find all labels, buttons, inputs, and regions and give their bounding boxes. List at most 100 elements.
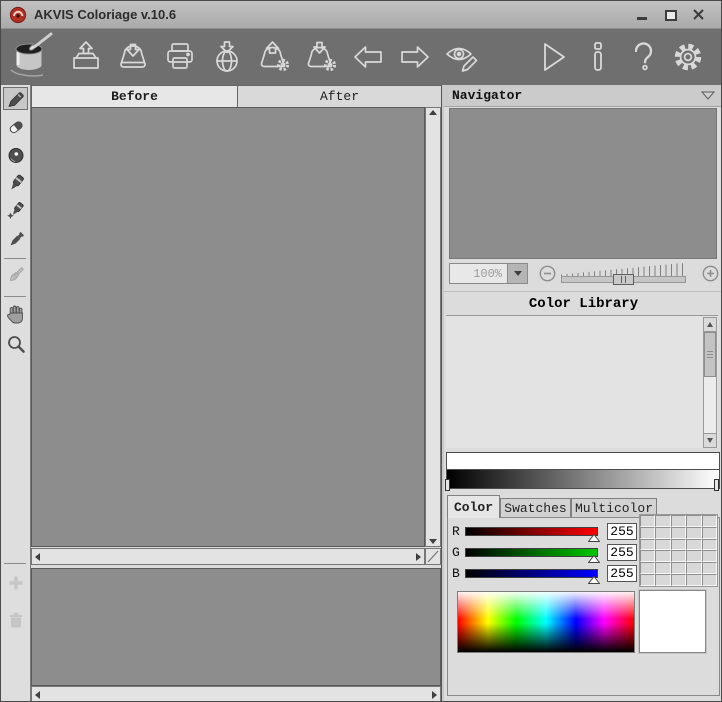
swatch-cell[interactable]: [640, 550, 655, 562]
help-button[interactable]: [624, 34, 662, 80]
brightness-gradient-strip[interactable]: [446, 470, 720, 489]
swatch-cell[interactable]: [686, 515, 701, 527]
swatch-cell[interactable]: [640, 574, 655, 586]
swatch-cell[interactable]: [655, 550, 670, 562]
color-library-list[interactable]: [446, 315, 718, 448]
zoom-out-button[interactable]: [539, 265, 556, 282]
swatch-cell[interactable]: [640, 539, 655, 551]
toolbar-right-group: [534, 34, 721, 80]
open-button[interactable]: [67, 34, 105, 80]
blue-slider[interactable]: [465, 569, 598, 578]
library-scrollbar[interactable]: [703, 317, 717, 448]
tab-before[interactable]: Before: [31, 86, 238, 107]
tool-hand[interactable]: [3, 302, 28, 326]
swatch-cell[interactable]: [671, 527, 686, 539]
swatch-cell[interactable]: [702, 574, 717, 586]
print-button[interactable]: [161, 34, 199, 80]
navigator-preview[interactable]: [449, 108, 717, 259]
swatch-cell[interactable]: [702, 539, 717, 551]
green-value-field[interactable]: 255: [607, 544, 637, 561]
secondary-horizontal-scrollbar[interactable]: [31, 686, 441, 702]
swatch-cell[interactable]: [655, 562, 670, 574]
scroll-right-icon[interactable]: [416, 553, 421, 561]
tool-keep-color-pencil[interactable]: [3, 143, 28, 167]
library-scroll-down-button[interactable]: [704, 433, 716, 447]
swatch-cell[interactable]: [655, 515, 670, 527]
secondary-canvas[interactable]: [31, 568, 441, 686]
swatch-cell[interactable]: [671, 539, 686, 551]
zoom-dropdown-button[interactable]: [508, 264, 527, 283]
swatch-cell[interactable]: [686, 539, 701, 551]
swatch-cell[interactable]: [655, 574, 670, 586]
tool-eraser[interactable]: [3, 115, 28, 139]
navigator-collapse-button[interactable]: [701, 91, 715, 100]
swatch-cell[interactable]: [686, 574, 701, 586]
tool-recolor-tube[interactable]: [3, 171, 28, 195]
run-button[interactable]: [534, 34, 572, 80]
info-button[interactable]: [579, 34, 617, 80]
swatch-cell[interactable]: [686, 527, 701, 539]
green-slider[interactable]: [465, 548, 598, 557]
slider-handle-icon[interactable]: [588, 576, 600, 584]
swatch-cell[interactable]: [702, 550, 717, 562]
close-button[interactable]: [692, 8, 705, 21]
tab-swatches[interactable]: Swatches: [500, 498, 571, 518]
gradient-handle-left[interactable]: [445, 479, 450, 491]
swatch-cell[interactable]: [686, 550, 701, 562]
publish-web-button[interactable]: [208, 34, 246, 80]
scroll-up-icon[interactable]: [429, 110, 437, 115]
zoom-slider-handle[interactable]: [613, 274, 634, 285]
library-scrollbar-thumb[interactable]: [704, 332, 716, 377]
gradient-handle-right[interactable]: [714, 479, 719, 491]
color-spectrum-picker[interactable]: [457, 591, 635, 653]
library-scroll-up-button[interactable]: [704, 318, 716, 332]
swatch-cell[interactable]: [702, 527, 717, 539]
image-canvas[interactable]: [31, 107, 425, 547]
tool-eyedropper[interactable]: [3, 228, 28, 252]
recent-colors-grid[interactable]: [639, 514, 718, 587]
blue-value-field[interactable]: 255: [607, 565, 637, 582]
swatch-cell[interactable]: [640, 515, 655, 527]
redo-button[interactable]: [396, 34, 434, 80]
swatch-cell[interactable]: [655, 539, 670, 551]
red-slider[interactable]: [465, 527, 598, 536]
swatch-cell[interactable]: [686, 562, 701, 574]
minimize-button[interactable]: [636, 8, 649, 21]
scroll-right-icon[interactable]: [432, 691, 437, 699]
maximize-button[interactable]: [664, 8, 677, 21]
zoom-in-button[interactable]: [702, 265, 719, 282]
scroll-left-icon[interactable]: [35, 553, 40, 561]
swatch-cell[interactable]: [671, 562, 686, 574]
swatch-cell[interactable]: [655, 527, 670, 539]
swatch-cell[interactable]: [671, 515, 686, 527]
swatch-cell[interactable]: [702, 562, 717, 574]
hand-icon: [6, 304, 26, 324]
load-strokes-button[interactable]: [255, 34, 293, 80]
canvas-vertical-scrollbar[interactable]: [425, 107, 441, 547]
swatch-cell[interactable]: [671, 550, 686, 562]
slider-handle-icon[interactable]: [588, 555, 600, 563]
tab-after[interactable]: After: [238, 86, 441, 107]
tool-magic-tube[interactable]: [3, 199, 28, 223]
red-value-field[interactable]: 255: [607, 523, 637, 540]
swatch-cell[interactable]: [640, 562, 655, 574]
zoom-value-field[interactable]: 100%: [450, 264, 508, 283]
undo-button[interactable]: [349, 34, 387, 80]
scroll-down-icon[interactable]: [429, 539, 437, 544]
swatch-cell[interactable]: [640, 527, 655, 539]
scroll-left-icon[interactable]: [35, 691, 40, 699]
swatch-cell[interactable]: [671, 574, 686, 586]
slider-handle-icon[interactable]: [588, 534, 600, 542]
tab-color[interactable]: Color: [447, 495, 500, 518]
save-strokes-button[interactable]: [302, 34, 340, 80]
tool-zoom[interactable]: [3, 332, 28, 356]
zoom-slider[interactable]: [561, 263, 686, 285]
swatch-cell[interactable]: [702, 515, 717, 527]
preferences-button[interactable]: [669, 34, 707, 80]
app-window: AKVIS Coloriage v.10.6: [0, 0, 722, 702]
tool-pencil[interactable]: [3, 87, 28, 110]
canvas-horizontal-scrollbar[interactable]: [31, 548, 425, 565]
save-button[interactable]: [114, 34, 152, 80]
blue-label: B: [452, 566, 465, 581]
preview-button[interactable]: [443, 34, 481, 80]
